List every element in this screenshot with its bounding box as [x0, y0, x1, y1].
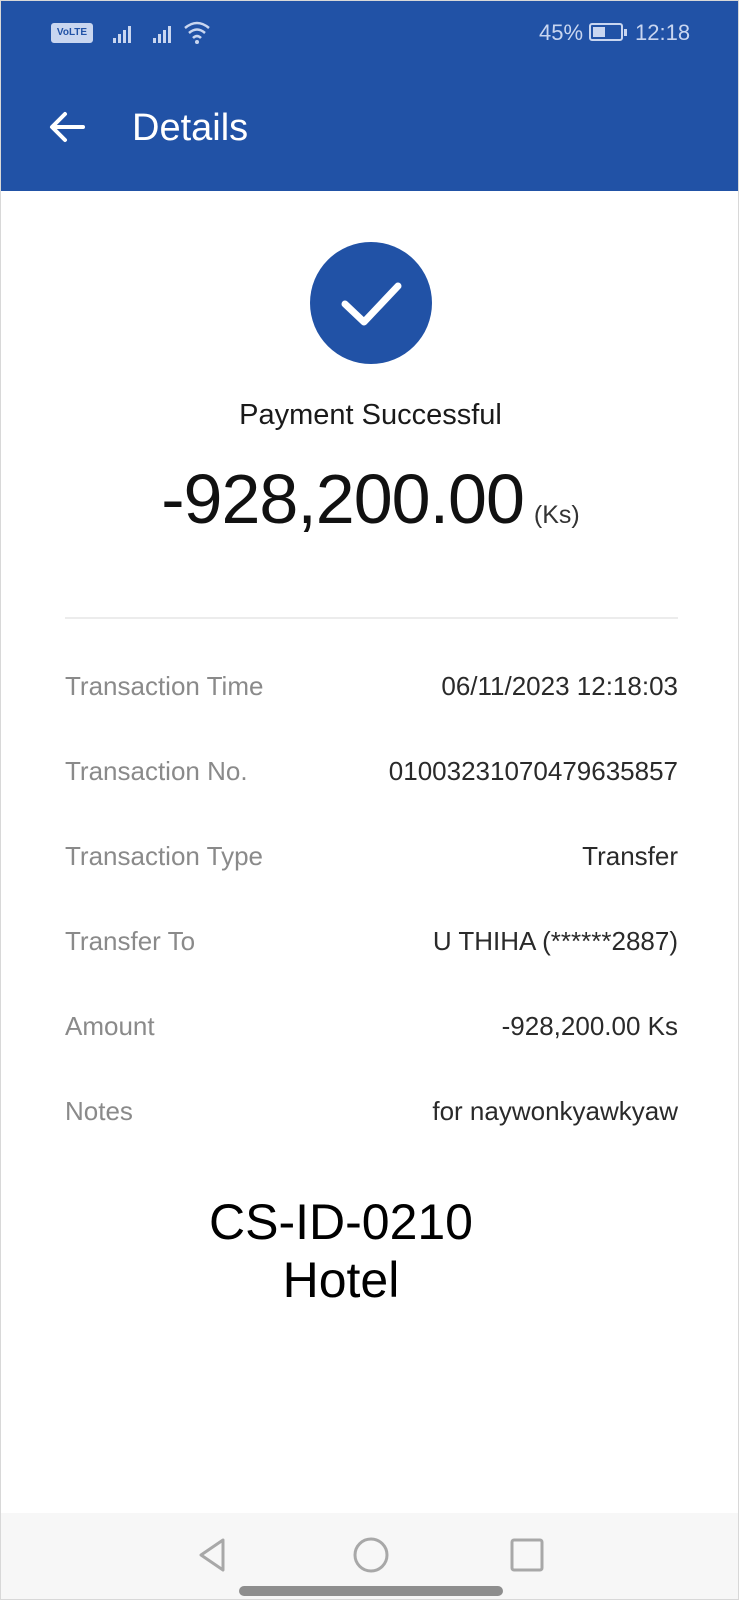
- detail-value: 06/11/2023 12:18:03: [441, 671, 678, 701]
- detail-label: Transaction No.: [65, 756, 248, 786]
- detail-row-amount: Amount -928,200.00 Ks: [65, 1001, 678, 1086]
- detail-row-transaction-time: Transaction Time 06/11/2023 12:18:03: [65, 661, 678, 746]
- detail-label: Notes: [65, 1096, 133, 1126]
- overlay-caption: CS-ID-0210 Hotel: [131, 1193, 551, 1309]
- back-button[interactable]: [43, 103, 91, 151]
- page-title: Details: [132, 107, 249, 149]
- detail-label: Transaction Type: [65, 841, 263, 871]
- overlay-line-2: Hotel: [282, 1252, 400, 1308]
- detail-value: -928,200.00 Ks: [501, 1011, 678, 1041]
- nav-recents-button[interactable]: [507, 1535, 547, 1575]
- detail-label: Transaction Time: [65, 671, 264, 701]
- status-bar: VoLTE 45% 12:18: [1, 1, 738, 65]
- nav-back-button[interactable]: [193, 1535, 233, 1575]
- detail-value: Transfer: [582, 841, 678, 871]
- volte-icon: VoLTE: [51, 23, 93, 43]
- detail-row-notes: Notes for naywonkyawkyaw: [65, 1086, 678, 1171]
- divider: [65, 617, 678, 619]
- amount-value: -928,200.00: [161, 460, 525, 538]
- detail-row-transfer-to: Transfer To U THIHA (******2887): [65, 916, 678, 1001]
- home-indicator[interactable]: [239, 1586, 503, 1596]
- checkmark-icon: [341, 282, 402, 326]
- detail-row-transaction-type: Transaction Type Transfer: [65, 831, 678, 916]
- signal-icon-2: [153, 23, 177, 43]
- app-header: VoLTE 45% 12:18 Details: [1, 1, 738, 191]
- wifi-icon: [184, 21, 210, 44]
- triangle-back-icon: [199, 1538, 225, 1572]
- status-time: 12:18: [635, 20, 691, 45]
- battery-percent: 45%: [539, 20, 584, 45]
- square-recents-icon: [510, 1538, 544, 1572]
- details-screen: VoLTE 45% 12:18 Details Payment Successf…: [0, 0, 739, 1600]
- detail-value: for naywonkyawkyaw: [432, 1096, 678, 1126]
- amount-display: -928,200.00 (Ks): [1, 459, 738, 539]
- details-list: Transaction Time 06/11/2023 12:18:03 Tra…: [65, 661, 678, 1171]
- amount-unit: (Ks): [533, 501, 580, 529]
- nav-home-button[interactable]: [351, 1535, 391, 1575]
- overlay-line-1: CS-ID-0210: [209, 1194, 473, 1250]
- battery-icon: [589, 23, 627, 41]
- success-badge: [310, 242, 432, 364]
- payment-status: Payment Successful: [239, 399, 502, 431]
- detail-value: 01003231070479635857: [388, 756, 678, 786]
- detail-value: U THIHA (******2887): [432, 926, 678, 956]
- arrow-left-icon: [50, 112, 85, 142]
- detail-label: Transfer To: [65, 926, 196, 956]
- system-nav-bar: [1, 1513, 738, 1599]
- circle-home-icon: [353, 1537, 389, 1573]
- detail-row-transaction-no: Transaction No. 01003231070479635857: [65, 746, 678, 831]
- signal-icon: [113, 23, 137, 43]
- detail-label: Amount: [65, 1011, 155, 1041]
